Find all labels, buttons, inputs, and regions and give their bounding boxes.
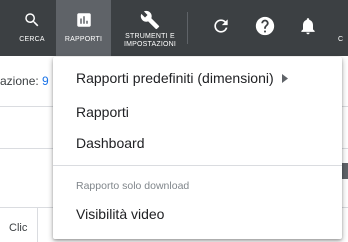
tools-label-line2: IMPOSTAZIONI <box>123 41 177 48</box>
menu-separator <box>53 165 342 166</box>
bell-icon <box>298 16 318 41</box>
search-button[interactable]: CERCA <box>13 0 51 56</box>
truncated-toolbar-label: C <box>338 36 344 43</box>
menu-item-video-visibility[interactable]: Visibilità video <box>53 200 342 228</box>
notifications-button[interactable] <box>294 14 322 42</box>
conversion-summary: azione: 9 <box>0 74 49 88</box>
chevron-right-icon <box>281 73 288 83</box>
table-column-divider <box>37 207 38 242</box>
refresh-button[interactable] <box>207 14 235 42</box>
menu-item-dashboard[interactable]: Dashboard <box>53 129 342 157</box>
menu-item-label: Rapporti <box>76 104 129 120</box>
search-icon <box>23 10 41 30</box>
toolbar-divider <box>187 12 188 44</box>
menu-item-label: Rapporti predefiniti (dimensioni) <box>76 70 274 86</box>
reports-label: RAPPORTI <box>64 36 103 43</box>
menu-item-reports[interactable]: Rapporti <box>53 98 342 126</box>
tools-label-line1: STRUMENTI E <box>125 33 175 40</box>
tools-label: STRUMENTI E IMPOSTAZIONI <box>124 33 176 49</box>
top-toolbar: CERCA RAPPORTI STRUMENTI E IMPOSTAZIONI … <box>0 0 348 56</box>
summary-label: azione: <box>0 74 43 88</box>
help-icon <box>254 15 276 42</box>
menu-item-label: Visibilità video <box>76 206 165 222</box>
menu-section-header: Rapporto solo download <box>76 180 190 192</box>
wrench-icon <box>140 10 160 30</box>
summary-value[interactable]: 9 <box>42 74 49 88</box>
bar-chart-icon <box>75 10 93 30</box>
refresh-icon <box>211 16 231 41</box>
reports-dropdown-menu: Rapporti predefiniti (dimensioni) Rappor… <box>53 57 342 239</box>
column-header-clicks[interactable]: Clic <box>9 222 27 234</box>
search-label: CERCA <box>19 36 45 43</box>
reports-button[interactable]: RAPPORTI <box>56 0 111 56</box>
menu-item-label: Dashboard <box>76 135 145 151</box>
tools-settings-button[interactable]: STRUMENTI E IMPOSTAZIONI <box>118 0 182 56</box>
menu-item-predefined-reports[interactable]: Rapporti predefiniti (dimensioni) <box>53 64 342 92</box>
help-button[interactable] <box>251 14 279 42</box>
